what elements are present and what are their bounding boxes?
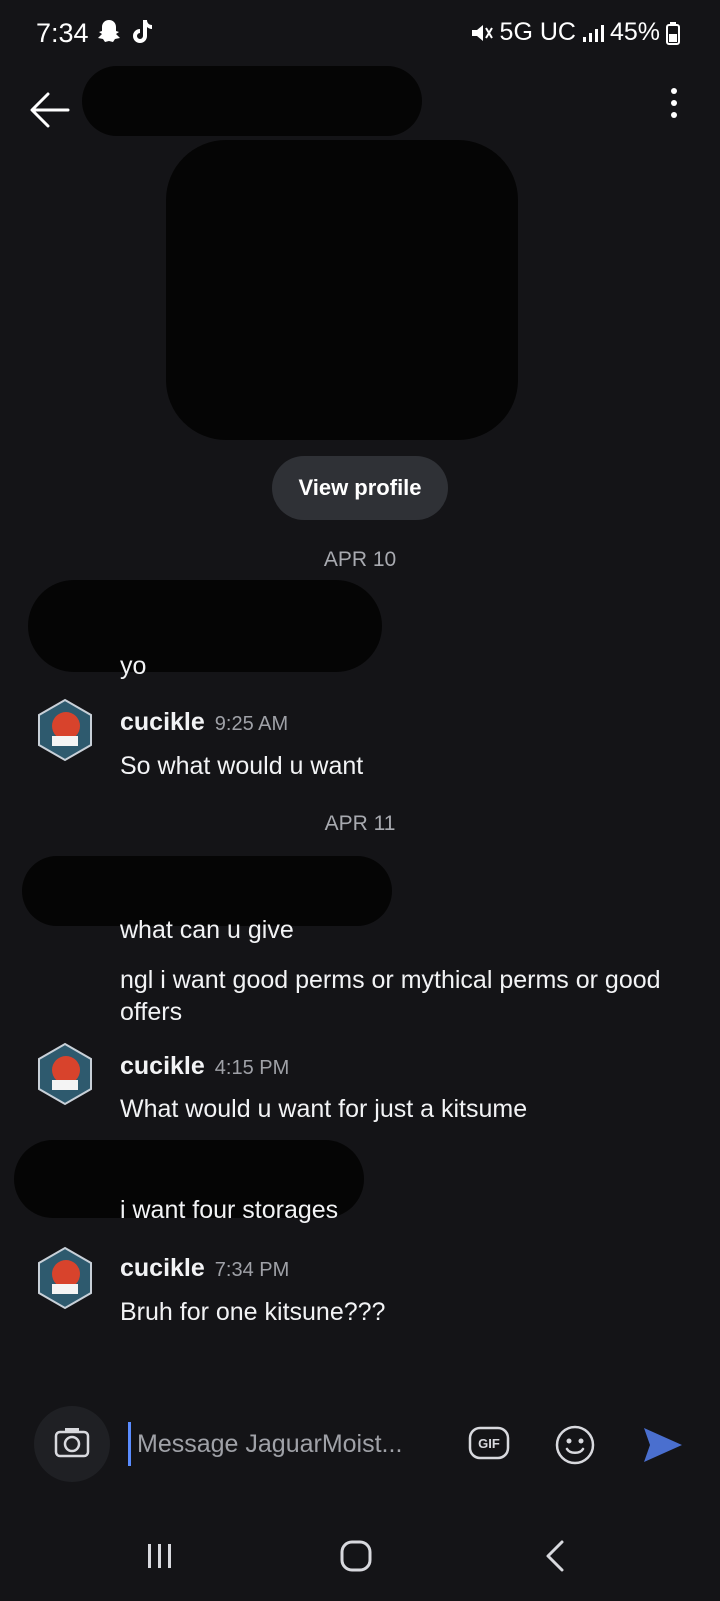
more-options-button[interactable] (664, 88, 684, 132)
avatar[interactable] (36, 1246, 94, 1310)
message-text: i want four storages (120, 1196, 339, 1224)
network-label: 5G UC (499, 18, 576, 46)
message-text: yo (120, 652, 147, 680)
emoji-icon (555, 1425, 595, 1465)
message-input[interactable] (128, 1422, 428, 1466)
date-separator: APR 10 (323, 548, 397, 571)
navigation-bar (0, 1504, 720, 1601)
mute-icon (471, 24, 493, 41)
timestamp: 4:15 PM (214, 1057, 290, 1079)
message-header: cucikle 9:25 AM (120, 708, 288, 737)
message-text: Bruh for one kitsune??? (120, 1298, 386, 1326)
camera-icon (54, 1428, 90, 1458)
author-name[interactable]: cucikle (120, 1254, 205, 1283)
battery-label: 45% (609, 18, 660, 46)
status-bar: 7:34 5G UC 45% (0, 0, 720, 68)
recents-icon (148, 1544, 171, 1568)
redacted-username (82, 66, 422, 136)
emoji-button[interactable] (554, 1424, 596, 1466)
home-button[interactable] (326, 1526, 386, 1586)
status-time: 7:34 (36, 18, 89, 48)
redacted-author-1 (28, 580, 382, 672)
gif-icon: GIF (468, 1426, 510, 1460)
send-icon (644, 1428, 682, 1462)
more-vertical-icon (671, 88, 677, 94)
snapchat-icon (98, 20, 120, 42)
home-icon (340, 1540, 372, 1572)
timestamp: 7:34 PM (214, 1259, 290, 1281)
gif-label: GIF (478, 1436, 500, 1451)
message-header: cucikle 7:34 PM (120, 1254, 289, 1283)
date-separator: APR 11 (324, 812, 396, 835)
gif-button[interactable]: GIF (468, 1426, 510, 1460)
avatar[interactable] (36, 698, 94, 762)
message-composer: GIF (0, 1384, 720, 1504)
nav-back-button[interactable] (526, 1526, 586, 1586)
timestamp: 9:25 AM (214, 713, 289, 735)
back-button[interactable] (22, 82, 78, 138)
message-header: cucikle 4:15 PM (120, 1052, 289, 1081)
signal-icon (582, 24, 604, 42)
message-text: What would u want for just a kitsume (120, 1095, 528, 1123)
arrow-left-icon (30, 92, 70, 128)
author-name[interactable]: cucikle (120, 708, 205, 737)
recents-button[interactable] (130, 1526, 190, 1586)
message-text: So what would u want (120, 752, 364, 780)
redacted-profile-info (166, 140, 518, 440)
send-button[interactable] (640, 1424, 686, 1466)
status-right: 5G UC 45% (470, 18, 680, 47)
view-profile-button[interactable]: View profile (272, 456, 448, 520)
nav-back-icon (546, 1540, 564, 1572)
tiktok-icon (133, 20, 152, 43)
battery-icon (666, 21, 680, 45)
message-text: what can u give (120, 916, 294, 944)
message-text: ngl i want good perms or mythical perms … (120, 966, 661, 1026)
avatar[interactable] (36, 1042, 94, 1106)
author-name[interactable]: cucikle (120, 1052, 205, 1081)
camera-button[interactable] (34, 1406, 110, 1482)
